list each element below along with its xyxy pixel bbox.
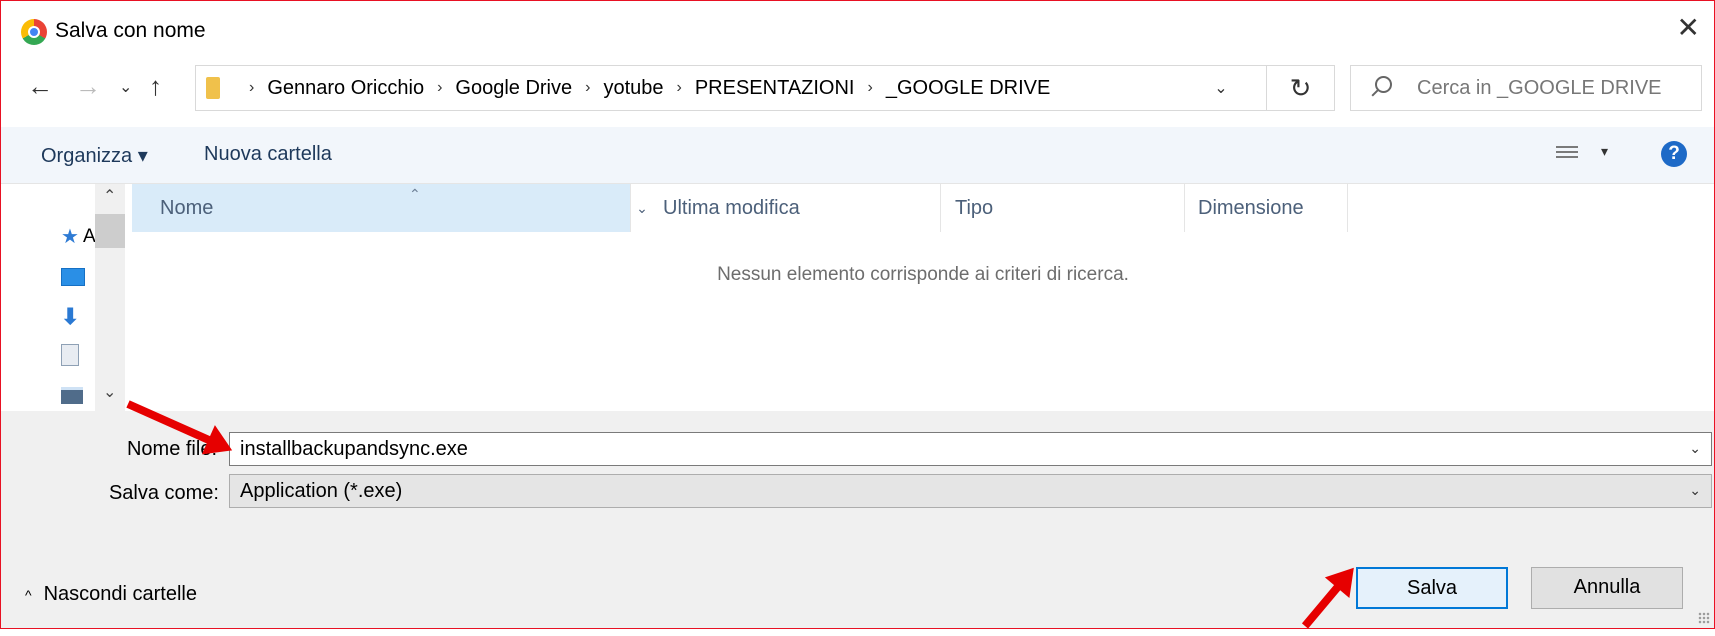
resize-grip-icon[interactable] (1698, 612, 1710, 624)
breadcrumb-separator[interactable]: › (585, 79, 590, 97)
scroll-up-icon[interactable]: ⌃ (103, 186, 116, 206)
star-icon[interactable]: ★ (61, 224, 79, 249)
search-input[interactable]: Cerca in _GOOGLE DRIVE (1350, 65, 1702, 111)
column-divider[interactable] (630, 184, 631, 232)
chevron-down-icon[interactable]: ⌄ (1689, 482, 1701, 499)
help-icon[interactable]: ? (1661, 141, 1687, 167)
column-dropdown-icon[interactable]: ⌄ (630, 184, 654, 232)
column-divider[interactable] (940, 184, 941, 232)
refresh-icon[interactable]: ↻ (1267, 65, 1335, 111)
save-as-dialog: Salva con nome ✕ ← → ⌄ ↑ › Gennaro Oricc… (0, 0, 1715, 629)
search-icon (1375, 76, 1392, 93)
caret-up-icon: ^ (25, 586, 32, 603)
command-bar: Organizza ▾ Nuova cartella ▾ ? (1, 127, 1714, 184)
cancel-button[interactable]: Annulla (1531, 567, 1683, 609)
breadcrumb-item[interactable]: Gennaro Oricchio (267, 77, 424, 100)
filename-label: Nome file: (126, 438, 217, 460)
column-header-name[interactable]: Nome ⌃ (132, 184, 630, 232)
hide-folders-label: Nascondi cartelle (43, 583, 197, 605)
forward-arrow-icon[interactable]: → (75, 71, 101, 102)
download-icon[interactable]: ⬇ (61, 304, 79, 330)
column-header-label: Nome (160, 196, 214, 219)
window-title: Salva con nome (55, 19, 206, 42)
folder-icon (206, 77, 220, 99)
nav-scrollbar[interactable]: ⌃ ⌄ (95, 184, 125, 411)
saveas-value: Application (*.exe) (240, 480, 403, 502)
bottom-panel: Nome file: installbackupandsync.exe ⌄ Sa… (1, 411, 1714, 628)
breadcrumb-separator[interactable]: › (437, 79, 442, 97)
organize-button[interactable]: Organizza ▾ (41, 143, 148, 168)
hide-folders-toggle[interactable]: ^ Nascondi cartelle (25, 583, 197, 606)
breadcrumb-item[interactable]: yotube (603, 77, 663, 100)
breadcrumb-item[interactable]: _GOOGLE DRIVE (886, 77, 1051, 100)
column-header-modified[interactable]: Ultima modifica (663, 184, 800, 232)
chevron-down-icon[interactable]: ⌄ (1689, 440, 1701, 457)
empty-list-message: Nessun elemento corrisponde ai criteri d… (717, 264, 1129, 285)
column-header-type[interactable]: Tipo (955, 184, 993, 232)
desktop-icon[interactable] (61, 268, 85, 286)
new-folder-button[interactable]: Nuova cartella (204, 143, 332, 166)
address-row: ← → ⌄ ↑ › Gennaro Oricchio › Google Driv… (1, 59, 1714, 121)
save-button[interactable]: Salva (1356, 567, 1508, 609)
breadcrumb-separator[interactable]: › (677, 79, 682, 97)
column-divider[interactable] (1184, 184, 1185, 232)
breadcrumb-separator[interactable]: › (868, 79, 873, 97)
filename-value: installbackupandsync.exe (240, 438, 468, 460)
up-arrow-icon[interactable]: ↑ (149, 71, 162, 102)
back-arrow-icon[interactable]: ← (27, 71, 53, 102)
column-header-size[interactable]: Dimensione (1198, 184, 1304, 232)
column-divider[interactable] (1347, 184, 1348, 232)
title-bar: Salva con nome ✕ (1, 1, 1714, 59)
picture-icon[interactable] (61, 387, 83, 404)
breadcrumb-separator[interactable]: › (249, 79, 254, 97)
view-dropdown-icon[interactable]: ▾ (1601, 143, 1608, 160)
file-list: Nome ⌃ ⌄ Ultima modifica Tipo Dimensione… (132, 184, 1714, 411)
search-placeholder: Cerca in _GOOGLE DRIVE (1417, 77, 1662, 99)
recent-locations-icon[interactable]: ⌄ (119, 77, 132, 97)
close-icon[interactable]: ✕ (1677, 13, 1700, 43)
breadcrumb-path: › Gennaro Oricchio › Google Drive › yotu… (236, 66, 1050, 110)
chevron-down-icon[interactable]: ⌄ (1176, 66, 1266, 110)
saveas-label: Salva come: (108, 482, 219, 504)
saveas-select[interactable]: Application (*.exe) ⌄ (229, 474, 1712, 508)
filename-input[interactable]: installbackupandsync.exe ⌄ (229, 432, 1712, 466)
quick-access-label[interactable]: A (83, 226, 96, 248)
sort-ascending-icon: ⌃ (409, 186, 421, 202)
navigation-pane: ★ A ⬇ ⌃ ⌄ (1, 184, 125, 411)
breadcrumb-item[interactable]: Google Drive (455, 77, 572, 100)
breadcrumb[interactable]: › Gennaro Oricchio › Google Drive › yotu… (195, 65, 1267, 111)
scroll-thumb[interactable] (95, 214, 125, 248)
scroll-down-icon[interactable]: ⌄ (103, 382, 116, 402)
document-icon[interactable] (61, 344, 79, 366)
chrome-logo-icon (21, 19, 47, 45)
breadcrumb-item[interactable]: PRESENTAZIONI (695, 77, 855, 100)
view-details-icon[interactable] (1556, 143, 1578, 161)
